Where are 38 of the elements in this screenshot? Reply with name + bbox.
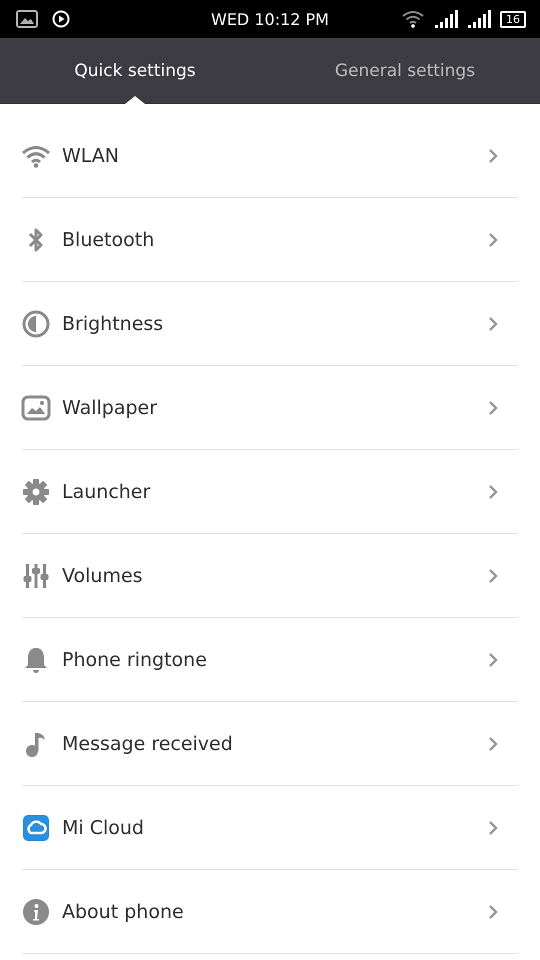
image-icon — [16, 10, 38, 28]
settings-item[interactable]: Phone ringtone — [22, 618, 518, 702]
play-icon — [52, 10, 70, 28]
settings-item[interactable]: Brightness — [22, 282, 518, 366]
picture-frame-icon — [21, 394, 51, 420]
wifi-icon — [21, 144, 51, 168]
tab[interactable]: Quick settings — [0, 38, 270, 104]
settings-item[interactable]: Launcher — [22, 450, 518, 534]
chevron-right-icon — [488, 232, 498, 248]
signal-icon — [434, 10, 458, 28]
settings-item[interactable]: Wallpaper — [22, 366, 518, 450]
settings-item[interactable]: WLAN — [22, 114, 518, 198]
cloud-icon — [22, 814, 50, 842]
chevron-right-icon — [488, 484, 498, 500]
settings-item[interactable]: Message received — [22, 702, 518, 786]
info-icon — [22, 898, 50, 926]
settings-item[interactable]: Bluetooth — [22, 198, 518, 282]
sliders-icon — [22, 562, 50, 588]
bell-icon — [23, 646, 49, 674]
chevron-right-icon — [488, 400, 498, 416]
tab[interactable]: General settings — [270, 38, 540, 104]
brightness-icon — [22, 310, 50, 338]
wifi-icon — [401, 10, 425, 28]
chevron-right-icon — [488, 652, 498, 668]
chevron-right-icon — [488, 820, 498, 836]
chevron-right-icon — [488, 148, 498, 164]
clock: WED 10:12 PM — [210, 10, 330, 28]
gear-icon — [22, 478, 50, 506]
signal-icon — [467, 10, 491, 28]
chevron-right-icon — [488, 316, 498, 332]
chevron-right-icon — [488, 904, 498, 920]
chevron-right-icon — [488, 736, 498, 752]
bluetooth-icon — [28, 226, 44, 252]
chevron-right-icon — [488, 568, 498, 584]
settings-item[interactable]: About phone — [22, 870, 518, 954]
settings-item[interactable]: Mi Cloud — [22, 786, 518, 870]
battery-level: 16 — [500, 10, 526, 28]
settings-item[interactable]: Volumes — [22, 534, 518, 618]
